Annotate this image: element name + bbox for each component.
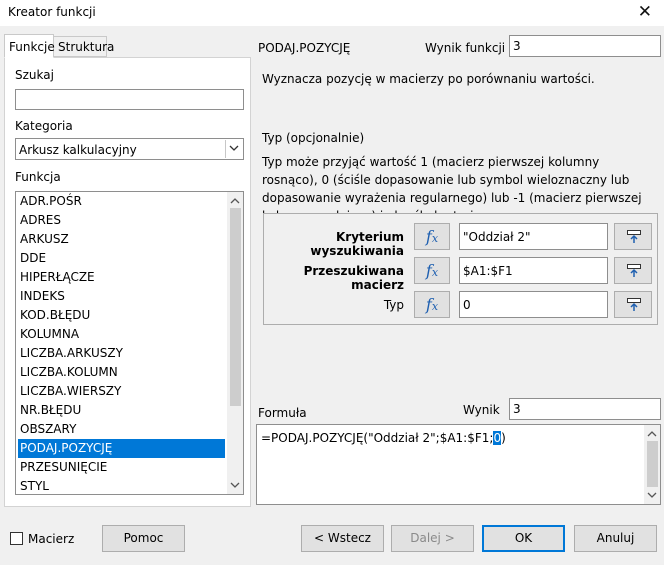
ok-button[interactable]: OK: [482, 525, 565, 552]
function-result-label: Wynik funkcji: [425, 41, 506, 55]
tab-label: Struktura: [58, 40, 115, 54]
formula-scrollbar[interactable]: [644, 425, 660, 504]
formula-text[interactable]: =PODAJ.POZYCJĘ("Oddział 2";$A1:$F1;0): [261, 431, 506, 445]
fx-sub: x: [431, 300, 439, 313]
result-field[interactable]: 3: [509, 398, 661, 420]
category-label: Kategoria: [15, 119, 73, 133]
list-item[interactable]: LICZBA.KOLUMN: [18, 363, 225, 382]
list-item[interactable]: HIPERŁĄCZE: [18, 268, 225, 287]
help-button[interactable]: Pomoc: [102, 525, 185, 552]
result-label: Wynik: [463, 403, 500, 417]
arg-label: Kryterium wyszukiwania: [310, 230, 404, 258]
list-item[interactable]: ADRES: [18, 211, 225, 230]
tab-funkcje[interactable]: Funkcje: [4, 34, 55, 58]
array-checkbox[interactable]: [10, 532, 23, 545]
formula-editor[interactable]: =PODAJ.POZYCJĘ("Oddział 2";$A1:$F1;0): [256, 424, 661, 505]
fx-icon[interactable]: fx: [414, 257, 450, 284]
chevron-up-icon[interactable]: [230, 195, 240, 207]
search-label: Szukaj: [15, 68, 54, 82]
category-select[interactable]: Arkusz kalkulacyjny: [15, 138, 244, 160]
list-item[interactable]: LICZBA.WIERSZY: [18, 382, 225, 401]
arg-input-array[interactable]: $A1:$F1: [459, 257, 608, 284]
list-item[interactable]: KOLUMNA: [18, 325, 225, 344]
arg-input-type[interactable]: 0: [459, 291, 608, 318]
scroll-thumb[interactable]: [230, 208, 241, 406]
formula-suffix: ): [501, 431, 506, 445]
back-button[interactable]: < Wstecz: [301, 525, 384, 552]
shrink-icon[interactable]: [614, 223, 652, 250]
arg-label: Typ: [383, 298, 404, 312]
function-description: Wyznacza pozycję w macierzy po porównani…: [262, 72, 595, 86]
list-item[interactable]: PRZESUNIĘCIE: [18, 458, 225, 477]
array-label: Macierz: [28, 532, 75, 546]
tab-struktura[interactable]: Struktura: [53, 36, 114, 57]
chevron-down-icon[interactable]: [225, 140, 242, 158]
list-item[interactable]: DDE: [18, 249, 225, 268]
category-value: Arkusz kalkulacyjny: [19, 143, 137, 157]
list-item[interactable]: LICZBA.ARKUSZY: [18, 344, 225, 363]
tab-label: Funkcje: [9, 40, 55, 54]
shrink-icon[interactable]: [614, 291, 652, 318]
param-title: Typ (opcjonalnie): [262, 131, 365, 145]
arguments-box: Kryterium wyszukiwania fx "Oddział 2" Pr…: [263, 213, 658, 325]
list-item[interactable]: KOD.BŁĘDU: [18, 306, 225, 325]
list-scrollbar[interactable]: [227, 192, 243, 494]
title-bar: Kreator funkcji ✕: [0, 0, 664, 26]
scroll-thumb[interactable]: [647, 441, 658, 487]
formula-label: Formuła: [258, 406, 307, 420]
fx-sub: x: [431, 266, 439, 279]
function-name: PODAJ.POZYCJĘ: [258, 41, 351, 55]
fx-sub: x: [431, 232, 439, 245]
next-button[interactable]: Dalej >: [391, 525, 474, 552]
formula-prefix: =PODAJ.POZYCJĘ("Oddział 2";$A1:$F1;: [261, 431, 494, 445]
fx-icon[interactable]: fx: [414, 223, 450, 250]
cancel-button[interactable]: Anuluj: [574, 525, 657, 552]
function-result-field[interactable]: 3: [509, 35, 661, 57]
arg-input-criterion[interactable]: "Oddział 2": [459, 223, 608, 250]
fx-icon[interactable]: fx: [414, 291, 450, 318]
list-item[interactable]: STYL: [18, 477, 225, 494]
chevron-down-icon[interactable]: [647, 489, 657, 501]
chevron-up-icon[interactable]: [647, 428, 657, 440]
list-item[interactable]: ARKUSZ: [18, 230, 225, 249]
list-item[interactable]: ADR.POŚR: [18, 192, 225, 211]
function-label: Funkcja: [15, 170, 61, 184]
functions-panel: Szukaj Kategoria Arkusz kalkulacyjny Fun…: [4, 57, 251, 507]
list-item[interactable]: NR.BŁĘDU: [18, 401, 225, 420]
shrink-icon[interactable]: [614, 257, 652, 284]
close-icon[interactable]: ✕: [638, 1, 652, 23]
search-input[interactable]: [15, 89, 244, 110]
window-title: Kreator funkcji: [8, 5, 96, 19]
list-item-selected[interactable]: PODAJ.POZYCJĘ: [18, 439, 225, 458]
list-item[interactable]: INDEKS: [18, 287, 225, 306]
chevron-down-icon[interactable]: [230, 479, 240, 491]
formula-selection: 0: [493, 431, 502, 445]
list-item[interactable]: OBSZARY: [18, 420, 225, 439]
function-list[interactable]: ADR.POŚR ADRES ARKUSZ DDE HIPERŁĄCZE IND…: [15, 191, 244, 495]
arg-label: Przeszukiwana macierz: [303, 264, 404, 292]
